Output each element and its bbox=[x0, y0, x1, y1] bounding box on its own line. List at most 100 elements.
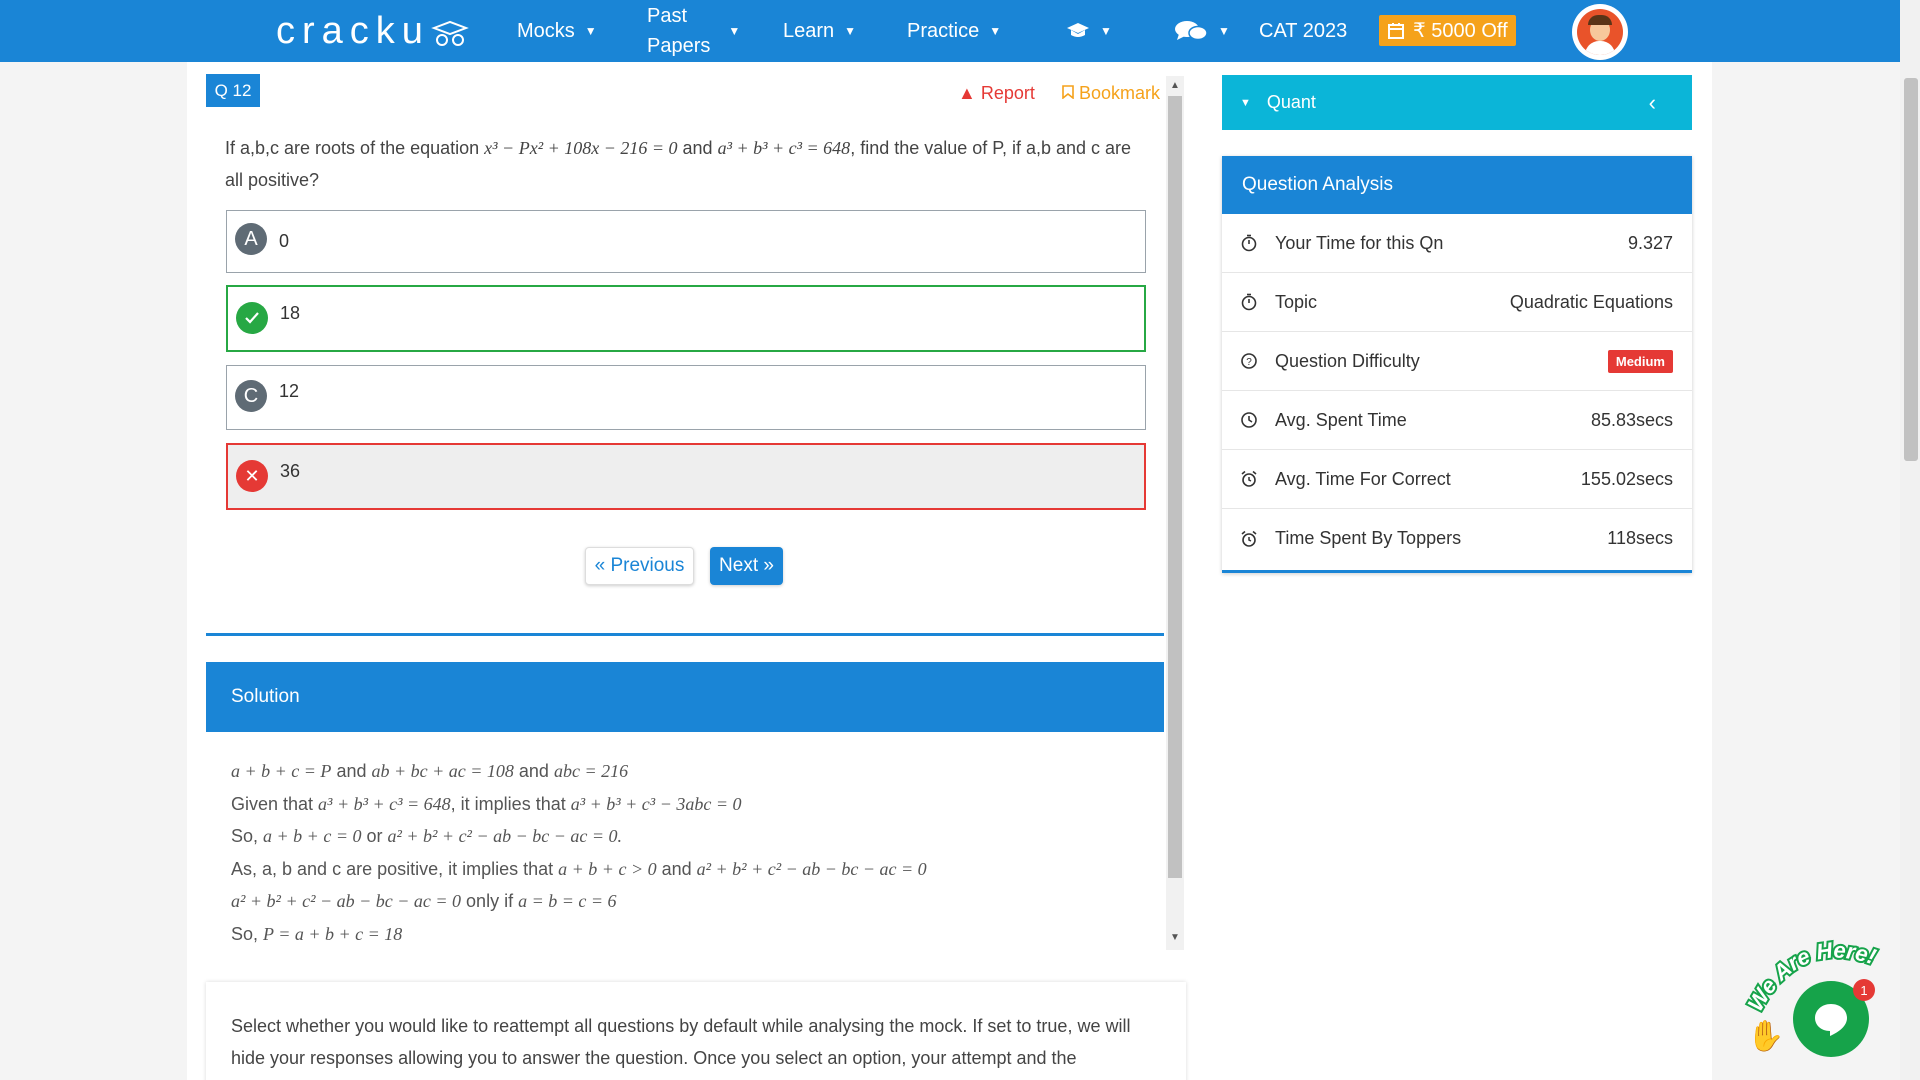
waving-hand-icon: ✋ bbox=[1747, 1020, 1785, 1053]
row-value: 118secs bbox=[1607, 528, 1673, 548]
solution-line: a + b + c = P and ab + bc + ac = 108 and… bbox=[231, 755, 1151, 788]
solution-math: a² + b² + c² − ab − bc − ac = 0. bbox=[387, 826, 623, 846]
option-value: 36 bbox=[280, 461, 301, 481]
nav-past-papers-label-2: Papers bbox=[647, 35, 711, 57]
page-scrollbar-thumb[interactable] bbox=[1904, 78, 1918, 461]
graduation-cap-logo-icon bbox=[431, 20, 469, 46]
stopwatch-icon bbox=[1241, 293, 1257, 311]
question-text-mid: and bbox=[677, 138, 718, 158]
row-label: Your Time for this Qn bbox=[1275, 232, 1444, 253]
row-value: Quadratic Equations bbox=[1509, 291, 1673, 312]
row-label: Topic bbox=[1275, 291, 1318, 312]
scroll-up-icon[interactable]: ▲ bbox=[1168, 80, 1182, 94]
question-text-prefix: If a,b,c are roots of the equation bbox=[225, 138, 485, 158]
nav-learn[interactable]: Learn ▼ bbox=[783, 0, 856, 62]
nav-cat-2023[interactable]: CAT 2023 bbox=[1259, 0, 1347, 62]
analysis-row-avg-spent: Avg. Spent Time 85.83secs bbox=[1222, 391, 1692, 450]
user-avatar-icon bbox=[1577, 9, 1623, 55]
analysis-row-difficulty: ? Question Difficulty Medium bbox=[1222, 332, 1692, 391]
option-letter-circle: C bbox=[235, 380, 267, 412]
row-label: Avg. Spent Time bbox=[1275, 409, 1407, 430]
solution-body: a + b + c = P and ab + bc + ac = 108 and… bbox=[231, 755, 1151, 950]
question-circle-icon: ? bbox=[1241, 353, 1257, 369]
analysis-row-toppers: Time Spent By Toppers 118secs bbox=[1222, 509, 1692, 568]
solution-text: As, a, b and c are positive, it implies … bbox=[231, 858, 559, 879]
solution-math: a + b + c > 0 bbox=[558, 858, 657, 879]
row-label: Question Difficulty bbox=[1275, 350, 1420, 371]
reattempt-settings-text: Select whether you would like to reattem… bbox=[231, 1016, 1131, 1068]
row-value: 155.02secs bbox=[1580, 468, 1673, 489]
next-button[interactable]: Next » bbox=[710, 547, 783, 585]
question-text: If a,b,c are roots of the equation x³ − … bbox=[225, 132, 1145, 196]
section-selector-quant[interactable]: ▼ Quant ‹ bbox=[1222, 75, 1692, 130]
graduation-cap-icon bbox=[1067, 23, 1089, 37]
nav-discuss[interactable]: ▼ bbox=[1174, 0, 1230, 62]
option-value: 12 bbox=[279, 381, 300, 401]
alarm-icon bbox=[1241, 470, 1257, 487]
report-link[interactable]: ▲ Report bbox=[958, 83, 1035, 104]
solution-line: a² + b² + c² − ab − bc − ac = 0 only if … bbox=[231, 885, 1151, 918]
solution-text: or bbox=[361, 826, 388, 846]
solution-text: So, bbox=[231, 923, 264, 944]
calendar-icon bbox=[1388, 22, 1404, 39]
chevron-down-icon: ▼ bbox=[844, 24, 857, 38]
solution-math: a³ + b³ + c³ − 3abc = 0 bbox=[570, 793, 742, 814]
solution-text: So, bbox=[231, 826, 264, 846]
section-label: Quant bbox=[1266, 92, 1316, 112]
option-value: 0 bbox=[279, 231, 290, 251]
solution-math: a = b = c = 6 bbox=[518, 891, 617, 911]
stopwatch-icon bbox=[1241, 234, 1257, 252]
chevron-down-icon: ▼ bbox=[584, 24, 597, 38]
option-c[interactable]: C 12 bbox=[226, 365, 1146, 430]
avatar[interactable] bbox=[1572, 4, 1628, 60]
option-b[interactable]: 18 bbox=[226, 285, 1146, 352]
nav-courses[interactable]: ▼ bbox=[1066, 0, 1112, 62]
solution-header: Solution bbox=[206, 662, 1164, 732]
option-letter-circle: A bbox=[235, 223, 267, 255]
inner-scrollbar-thumb[interactable] bbox=[1168, 96, 1182, 878]
bookmark-link[interactable]: Bookmark bbox=[1062, 83, 1160, 104]
analysis-header: Question Analysis bbox=[1222, 156, 1692, 214]
chevron-down-icon: ▼ bbox=[1218, 24, 1230, 38]
option-letter: A bbox=[244, 227, 258, 250]
previous-button[interactable]: « Previous bbox=[585, 547, 694, 585]
solution-text: Given that bbox=[231, 793, 319, 814]
question-analysis-panel: Question Analysis Your Time for this Qn … bbox=[1222, 156, 1692, 573]
solution-math: a² + b² + c² − ab − bc − ac = 0 bbox=[231, 891, 462, 911]
offer-button[interactable]: ₹ 5000 Off bbox=[1379, 15, 1516, 46]
solution-line: So, P = a + b + c = 18 bbox=[231, 918, 1151, 951]
nav-mocks[interactable]: Mocks ▼ bbox=[517, 0, 597, 62]
chevron-left-icon[interactable]: ‹ bbox=[1649, 90, 1656, 116]
chat-notification-badge: 1 bbox=[1853, 979, 1875, 1001]
solution-math: a + b + c = P bbox=[231, 761, 332, 781]
analysis-title: Question Analysis bbox=[1242, 174, 1394, 195]
option-d[interactable]: ✕ 36 bbox=[226, 443, 1146, 510]
row-value: 9.327 bbox=[1627, 232, 1673, 253]
top-navbar: cracku Mocks ▼ Past Papers ▼ Learn ▼ Pract… bbox=[0, 0, 1900, 62]
chat-bubbles-icon bbox=[1175, 21, 1208, 41]
difficulty-badge: Medium bbox=[1607, 349, 1673, 373]
solution-text: and bbox=[656, 858, 697, 879]
analysis-row-topic: Topic Quadratic Equations bbox=[1222, 273, 1692, 332]
report-label: Report bbox=[980, 83, 1035, 103]
nav-mocks-label: Mocks bbox=[517, 19, 575, 42]
scroll-down-icon[interactable]: ▼ bbox=[1168, 932, 1182, 946]
nav-practice-label: Practice bbox=[907, 19, 980, 42]
analysis-row-your-time: Your Time for this Qn 9.327 bbox=[1222, 214, 1692, 273]
cracku-logo[interactable]: cracku bbox=[276, 10, 470, 53]
nav-cat-label: CAT 2023 bbox=[1259, 19, 1348, 42]
nav-practice[interactable]: Practice ▼ bbox=[907, 0, 1001, 62]
bookmark-label: Bookmark bbox=[1079, 83, 1161, 103]
chat-widget[interactable]: We Are Here! ✋ 1 bbox=[1735, 935, 1905, 1065]
logo-text: cracku bbox=[276, 10, 430, 52]
solution-text: , it implies that bbox=[450, 793, 571, 814]
solution-line: Given that a³ + b³ + c³ = 648, it implie… bbox=[231, 788, 1151, 821]
solution-line: As, a, b and c are positive, it implies … bbox=[231, 853, 1151, 886]
nav-past-papers[interactable]: Past Papers ▼ bbox=[647, 0, 740, 62]
nav-past-papers-label-1: Past bbox=[647, 5, 688, 27]
option-a[interactable]: A 0 bbox=[226, 210, 1146, 273]
solution-math: a² + b² + c² − ab − bc − ac = 0 bbox=[696, 858, 927, 879]
solution-text: and bbox=[513, 761, 554, 781]
row-label: Time Spent By Toppers bbox=[1275, 528, 1462, 548]
solution-math: ab + bc + ac = 108 bbox=[371, 761, 514, 781]
